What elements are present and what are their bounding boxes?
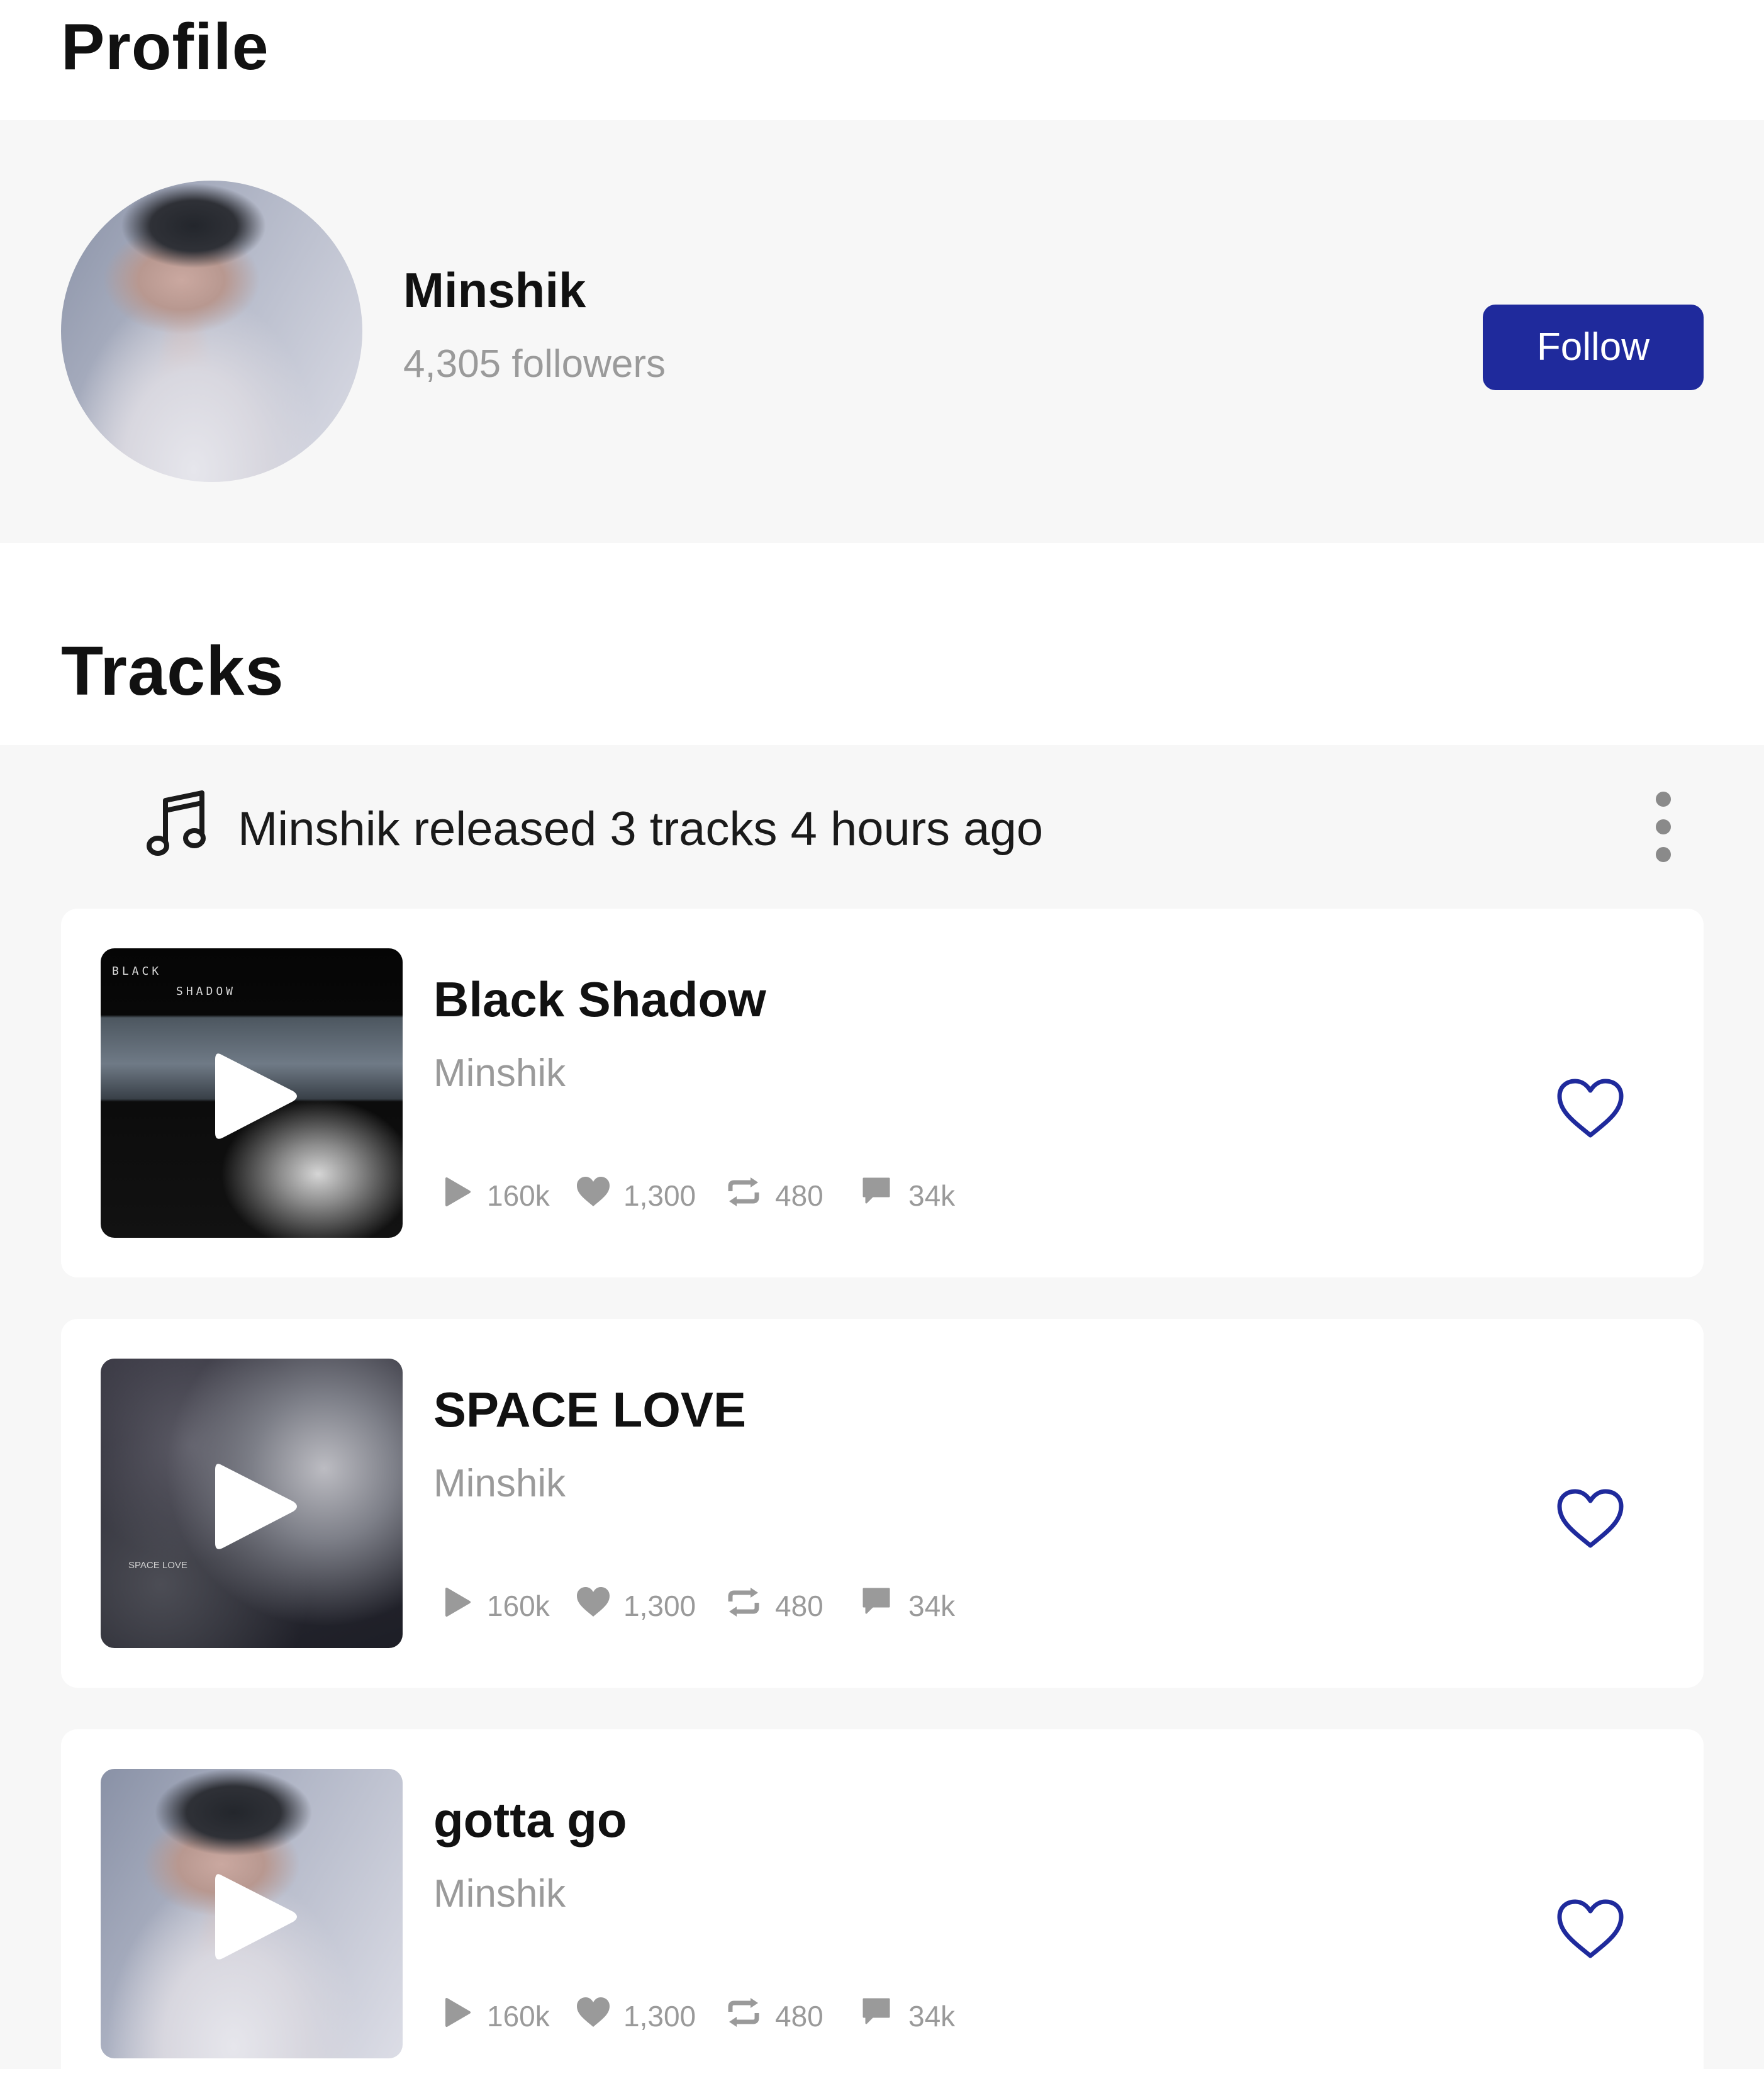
track-card[interactable]: BLACK SHADOW Black Shadow Minshik 160k 1…: [61, 909, 1704, 1277]
page-title: Profile: [61, 11, 269, 84]
play-count-icon: [445, 1998, 471, 2027]
play-count-icon: [445, 1588, 471, 1617]
track-card[interactable]: SPACE LOVE SPACE LOVE Minshik 160k 1,300…: [61, 1319, 1704, 1688]
play-icon[interactable]: [208, 1456, 302, 1557]
heart-filled-icon: [577, 1177, 610, 1206]
track-title[interactable]: SPACE LOVE: [433, 1379, 746, 1440]
track-title[interactable]: gotta go: [433, 1790, 627, 1850]
like-count: 1,300: [623, 1179, 696, 1212]
cover-text: BLACK: [112, 965, 162, 978]
track-title[interactable]: Black Shadow: [433, 969, 766, 1029]
repost-count: 480: [775, 1179, 823, 1212]
tracks-section-title: Tracks: [61, 632, 284, 710]
repost-icon: [728, 1177, 759, 1206]
track-cover[interactable]: [101, 1769, 403, 2058]
repost-icon: [728, 1588, 759, 1617]
like-count: 1,300: [623, 1590, 696, 1622]
track-card[interactable]: gotta go Minshik 160k 1,300 480 34k: [61, 1729, 1704, 2098]
track-artist[interactable]: Minshik: [433, 1870, 566, 1918]
more-vertical-icon: [1656, 792, 1671, 807]
heart-filled-icon: [577, 1587, 610, 1617]
more-options-button[interactable]: [1643, 792, 1683, 867]
repost-icon: [728, 1998, 759, 2027]
cover-text: SPACE LOVE: [128, 1560, 187, 1571]
comment-count: 34k: [908, 1590, 956, 1622]
play-count: 160k: [487, 2000, 550, 2033]
heart-filled-icon: [577, 1997, 610, 2027]
play-count: 160k: [487, 1179, 550, 1212]
music-note-icon: [147, 790, 206, 856]
cover-text: SHADOW: [176, 985, 237, 998]
comment-icon: [862, 1177, 890, 1204]
follower-count: 4,305 followers: [403, 342, 666, 386]
comment-icon: [862, 1588, 890, 1614]
comment-count: 34k: [908, 1179, 956, 1212]
heart-outline-icon[interactable]: [1556, 1077, 1625, 1140]
release-activity-text: Minshik released 3 tracks 4 hours ago: [238, 802, 1043, 856]
play-icon[interactable]: [208, 1046, 302, 1147]
track-cover[interactable]: BLACK SHADOW: [101, 948, 403, 1238]
track-artist[interactable]: Minshik: [433, 1460, 566, 1508]
play-icon[interactable]: [208, 1866, 302, 1967]
repost-count: 480: [775, 2000, 823, 2033]
profile-name: Minshik: [403, 262, 586, 318]
play-count: 160k: [487, 1590, 550, 1622]
profile-header: Minshik 4,305 followers Follow: [0, 120, 1764, 543]
follow-button[interactable]: Follow: [1483, 305, 1704, 390]
like-count: 1,300: [623, 2000, 696, 2033]
repost-count: 480: [775, 1590, 823, 1622]
comment-count: 34k: [908, 2000, 956, 2033]
play-count-icon: [445, 1177, 471, 1206]
comment-icon: [862, 1998, 890, 2024]
heart-outline-icon[interactable]: [1556, 1488, 1625, 1551]
track-cover[interactable]: SPACE LOVE: [101, 1359, 403, 1648]
heart-outline-icon[interactable]: [1556, 1898, 1625, 1961]
avatar[interactable]: [61, 181, 362, 482]
track-artist[interactable]: Minshik: [433, 1050, 566, 1097]
